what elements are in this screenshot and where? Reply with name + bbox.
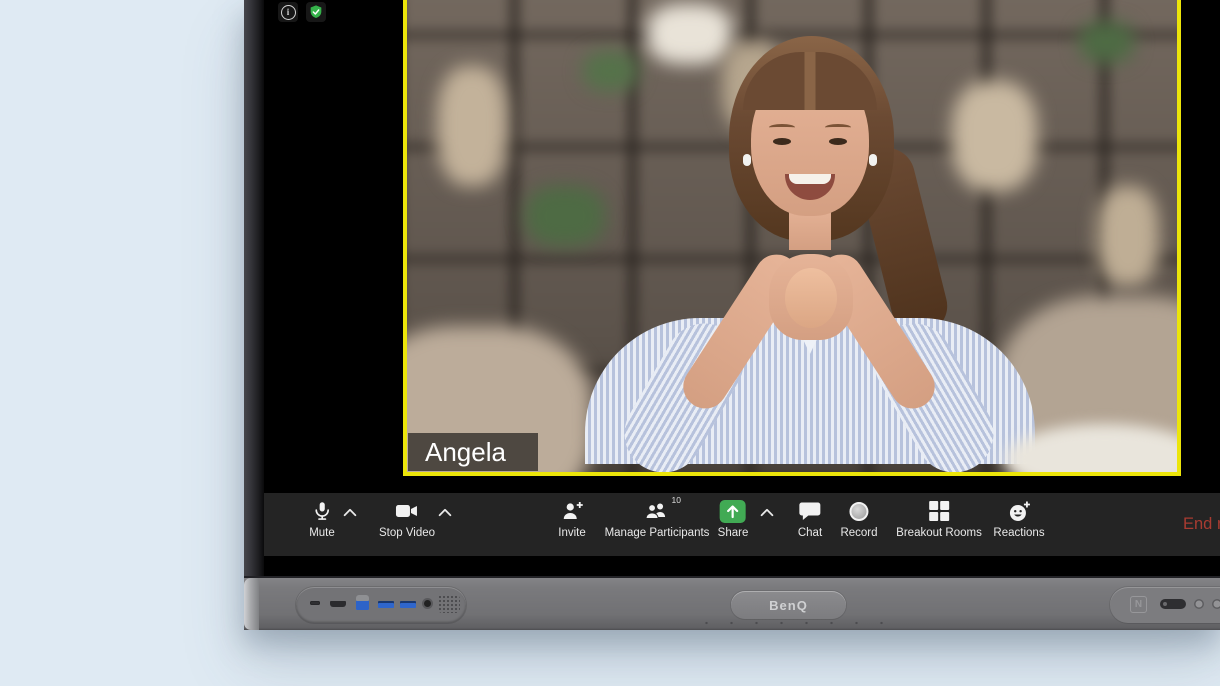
participant-person [407, 0, 1177, 472]
bezel-left-cap [244, 578, 259, 630]
audio-jack-port [424, 600, 431, 607]
screen-left-bezel [244, 0, 264, 576]
bezel-button[interactable] [1212, 599, 1220, 609]
record-button[interactable]: Record [840, 499, 877, 549]
usb-b-port [356, 595, 369, 610]
meeting-toolbar: Mute Stop Video [264, 493, 1220, 556]
end-meeting-button[interactable]: End meeting [1183, 493, 1220, 556]
display-screen: i [244, 0, 1220, 576]
earbud-icon [743, 154, 751, 166]
earbud-icon [869, 154, 877, 166]
reactions-smiley-icon [1007, 499, 1031, 523]
breakout-rooms-button[interactable]: Breakout Rooms [896, 499, 982, 549]
invite-button[interactable]: Invite [558, 499, 586, 549]
mute-button[interactable]: Mute [309, 499, 335, 549]
brand-logo: BenQ [769, 598, 808, 613]
share-options-chevron[interactable] [760, 504, 775, 522]
share-screen-icon [720, 500, 746, 523]
bezel-button[interactable] [1194, 599, 1204, 609]
reactions-button[interactable]: Reactions [993, 499, 1044, 549]
meeting-status-icons: i [278, 2, 326, 22]
manage-participants-button[interactable]: 10 Manage Participants [605, 499, 710, 549]
mute-options-chevron[interactable] [343, 504, 358, 522]
usb-a-port [378, 601, 394, 608]
record-circle-icon [849, 502, 868, 521]
participants-icon: 10 [644, 499, 670, 523]
breakout-rooms-grid-icon [929, 501, 949, 521]
video-options-chevron[interactable] [438, 504, 453, 522]
active-speaker-video-tile[interactable]: Angela [403, 0, 1181, 476]
chat-bubble-icon [798, 499, 822, 523]
slider-control[interactable] [1160, 599, 1186, 609]
participant-count-badge: 10 [672, 495, 681, 505]
display-bottom-bezel: BenQ N [244, 576, 1220, 630]
port-panel [296, 587, 466, 623]
microphone-hole-dots [694, 621, 894, 625]
participant-name-tag: Angela [408, 433, 538, 471]
meeting-window: i [264, 0, 1220, 576]
microphone-icon [311, 499, 333, 523]
security-shield-icon[interactable] [306, 2, 326, 22]
usb-a-port [400, 601, 416, 608]
brand-logo-pill: BenQ [731, 591, 846, 619]
hdmi-port [330, 601, 346, 607]
desktop-background: i [0, 0, 1220, 686]
stop-video-button[interactable]: Stop Video [379, 499, 435, 549]
participant-video-feed: Angela [407, 0, 1177, 472]
chat-button[interactable]: Chat [798, 499, 822, 549]
speaker-mesh [438, 595, 460, 613]
control-pod: N [1110, 587, 1220, 623]
nfc-icon: N [1130, 596, 1147, 613]
share-button[interactable]: Share [718, 499, 749, 549]
clasped-hands [769, 254, 853, 340]
benq-display: i [244, 0, 1220, 630]
invite-person-icon [560, 499, 584, 523]
video-camera-icon [394, 499, 420, 523]
meeting-info-icon[interactable]: i [278, 2, 298, 22]
usb-c-port [310, 601, 320, 605]
